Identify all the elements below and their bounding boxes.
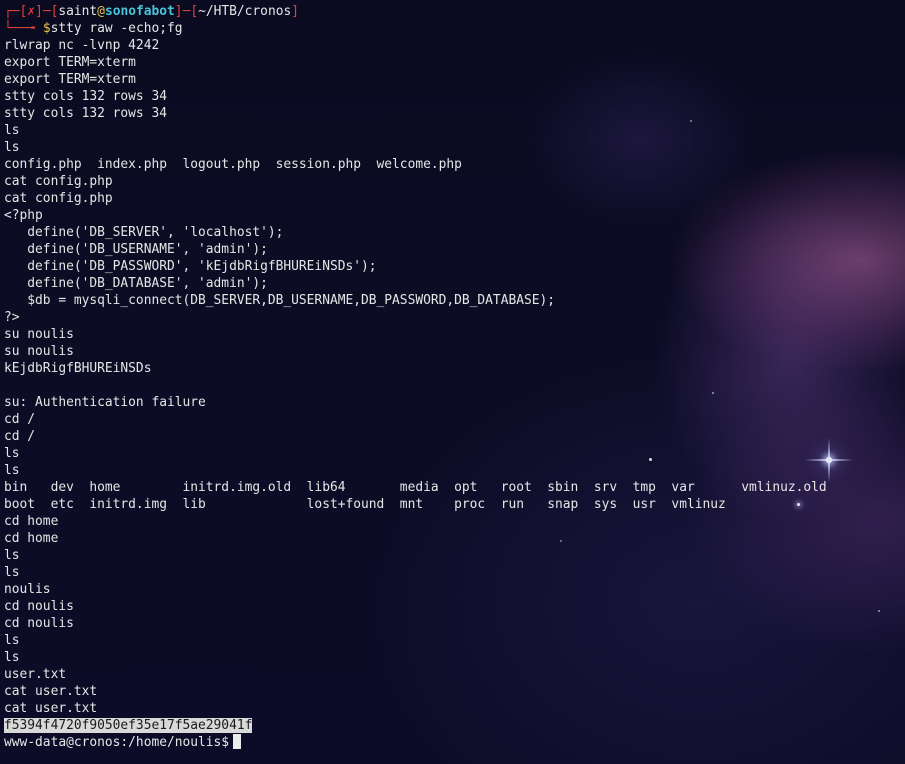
terminal-line: cd /	[4, 429, 36, 444]
terminal-line: boot etc initrd.img lib lost+found mnt p…	[4, 497, 726, 512]
terminal-line: ls	[4, 633, 20, 648]
exit-status-icon: ✗	[27, 4, 36, 19]
prompt-bracket: ]	[35, 4, 43, 19]
prompt-host: sonofabot	[104, 4, 175, 19]
terminal-line: bin dev home initrd.img.old lib64 media …	[4, 480, 827, 495]
terminal-line: cat user.txt	[4, 684, 98, 699]
terminal-line: noulis	[4, 582, 51, 597]
terminal-line: ls	[4, 140, 20, 155]
selected-text[interactable]: f5394f4720f9050ef35e17f5ae29041f	[4, 718, 253, 733]
terminal-line: rlwrap nc -lvnp 4242	[4, 38, 160, 53]
terminal-line: su noulis	[4, 344, 74, 359]
terminal-line: <?php	[4, 208, 43, 223]
prompt-corner: └──╼	[4, 21, 43, 36]
terminal-line: user.txt	[4, 667, 67, 682]
shell-prompt-line[interactable]: www-data@cronos:/home/noulis$	[4, 734, 905, 751]
terminal-line: cd noulis	[4, 616, 74, 631]
terminal-line: config.php index.php logout.php session.…	[4, 157, 462, 172]
terminal-line: stty cols 132 rows 34	[4, 106, 167, 121]
terminal-line: su noulis	[4, 327, 74, 342]
terminal-line: define('DB_DATABASE', 'admin');	[4, 276, 268, 291]
terminal-line: define('DB_PASSWORD', 'kEjdbRigfBHUREiNS…	[4, 259, 377, 274]
terminal-line: cd noulis	[4, 599, 74, 614]
terminal-line: export TERM=xterm	[4, 72, 136, 87]
prompt-command-line: └──╼ $stty raw -echo;fg	[4, 20, 905, 37]
selected-output-line[interactable]: f5394f4720f9050ef35e17f5ae29041f	[4, 717, 905, 734]
prompt-corner: ┌─	[4, 4, 20, 19]
prompt-user: saint	[58, 4, 98, 19]
terminal-line: ls	[4, 463, 20, 478]
prompt-bracket: [	[190, 4, 199, 19]
terminal-line: su: Authentication failure	[4, 395, 206, 410]
terminal-line: cat user.txt	[4, 701, 98, 716]
terminal-line: export TERM=xterm	[4, 55, 136, 70]
terminal-line: cat config.php	[4, 191, 113, 206]
terminal-line: kEjdbRigfBHUREiNSDs	[4, 361, 152, 376]
terminal-line: ls	[4, 548, 20, 563]
terminal-line: ls	[4, 446, 20, 461]
terminal-line: cat config.php	[4, 174, 113, 189]
prompt-bracket: ]	[291, 4, 299, 19]
prompt-header-line: ┌─[✗]─[saint@sonofabot]─[~/HTB/cronos]	[4, 3, 905, 20]
prompt-dash: ─	[42, 4, 51, 19]
prompt-at: @	[97, 4, 105, 19]
terminal-line: cd home	[4, 531, 59, 546]
prompt-path: ~/HTB/cronos	[198, 4, 292, 19]
terminal-line: ls	[4, 123, 20, 138]
terminal-line: cd /	[4, 412, 36, 427]
terminal-line: define('DB_USERNAME', 'admin');	[4, 242, 268, 257]
terminal-line: ls	[4, 650, 20, 665]
terminal-window[interactable]: ┌─[✗]─[saint@sonofabot]─[~/HTB/cronos] └…	[4, 3, 905, 751]
terminal-line: ls	[4, 565, 20, 580]
terminal-line: cd home	[4, 514, 59, 529]
terminal-line: ?>	[4, 310, 20, 325]
shell-prompt: www-data@cronos:/home/noulis$	[4, 735, 230, 750]
prompt-symbol: $	[42, 21, 51, 36]
terminal-line: define('DB_SERVER', 'localhost');	[4, 225, 284, 240]
prompt-bracket: ]	[174, 4, 183, 19]
command-text: stty raw -echo;fg	[50, 21, 183, 36]
text-cursor	[233, 734, 242, 749]
terminal-line: stty cols 132 rows 34	[4, 89, 167, 104]
terminal-line: $db = mysqli_connect(DB_SERVER,DB_USERNA…	[4, 293, 556, 308]
